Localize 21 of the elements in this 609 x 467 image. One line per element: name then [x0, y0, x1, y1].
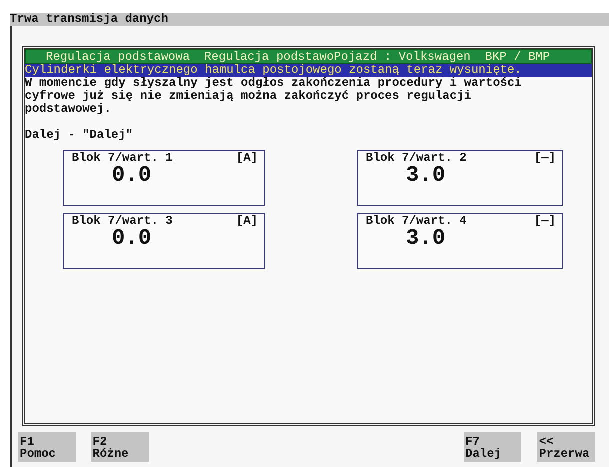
unit-label: [—] [534, 215, 556, 227]
function-key[interactable]: F7 Dalej [464, 432, 522, 462]
block-label: Blok 7/wart. 2 [366, 152, 467, 164]
unit-label: [A] [236, 152, 258, 164]
block-label: Blok 7/wart. 4 [366, 215, 467, 227]
block-label: Blok 7/wart. 3 [72, 215, 173, 227]
unit-label: [—] [534, 152, 556, 164]
window-title: Trwa transmisja danych [10, 13, 609, 26]
block-value: 0.0 [112, 163, 152, 188]
function-key[interactable]: F1 Pomoc [18, 432, 76, 462]
unit-label: [A] [236, 215, 258, 227]
block-value: 3.0 [406, 163, 446, 188]
block-label: Blok 7/wart. 1 [72, 152, 173, 164]
message-text: W momencie gdy słyszalny jest odgłos zakończenia procedury i wartości cyfrowe już się nie zmieniają można zakończyć proces regulacji podstawowej. [25, 77, 523, 116]
function-key[interactable]: F2 Różne [90, 432, 148, 462]
header-bar: Regulacja podstawowa Regulacja podstawoPojazd : Volkswagen BKP / BMP [25, 49, 592, 64]
block-value: 3.0 [406, 226, 446, 251]
prompt-text: Dalej - "Dalej" [25, 129, 134, 142]
highlighted-message: Cylinderki elektrycznego hamulca postojowego zostaną teraz wysunięte. [25, 64, 592, 77]
function-key[interactable]: << Przerwa [537, 432, 595, 462]
block-value: 0.0 [112, 226, 152, 251]
